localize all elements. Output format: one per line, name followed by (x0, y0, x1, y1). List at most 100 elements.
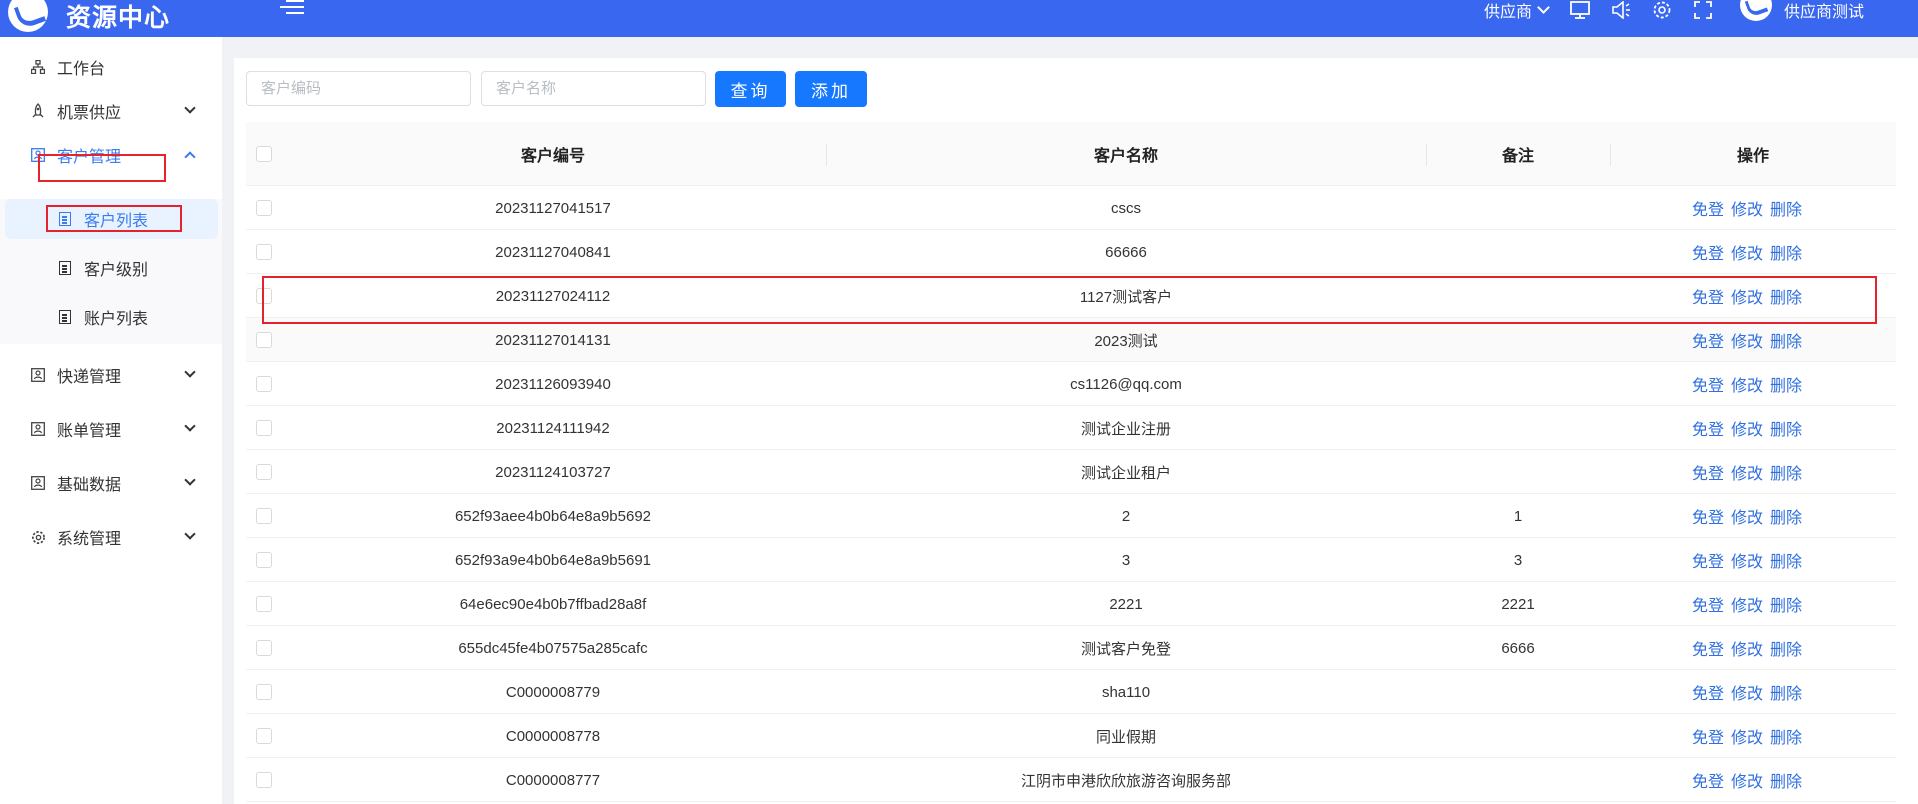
sidebar-item-customer-level[interactable]: 客户级别 (0, 248, 222, 288)
delete-link[interactable]: 删除 (1770, 196, 1802, 220)
delete-link[interactable]: 删除 (1770, 724, 1802, 748)
sidebar-item-label: 基础数据 (57, 477, 122, 494)
edit-link[interactable]: 修改 (1731, 680, 1763, 704)
row-checkbox[interactable] (256, 684, 272, 700)
row-checkbox[interactable] (256, 332, 272, 348)
login-link[interactable]: 免登 (1692, 592, 1724, 616)
login-link[interactable]: 免登 (1692, 548, 1724, 572)
cell-customer-code: 20231127024112 (495, 287, 611, 305)
delete-link[interactable]: 删除 (1770, 284, 1802, 308)
delete-link[interactable]: 删除 (1770, 548, 1802, 572)
login-link[interactable]: 免登 (1692, 416, 1724, 440)
delete-link[interactable]: 删除 (1770, 504, 1802, 528)
customer-code-input[interactable] (246, 71, 471, 106)
table-row: 20231126093940 cs1126@qq.com 免登 修改 删除 (246, 362, 1896, 406)
login-link[interactable]: 免登 (1692, 372, 1724, 396)
table-body: 20231127041517 cscs 免登 修改 删除 20231127040841 66… (246, 186, 1896, 802)
row-checkbox[interactable] (256, 552, 272, 568)
edit-link[interactable]: 修改 (1731, 504, 1763, 528)
cell-operations: 免登 修改 删除 (1692, 714, 1809, 758)
sidebar-item-account-list[interactable]: 账户列表 (0, 297, 222, 337)
sidebar-item-basic-data[interactable]: 基础数据 (0, 463, 222, 503)
row-checkbox[interactable] (256, 464, 272, 480)
cell-customer-name: 2221 (1109, 595, 1143, 613)
sidebar-item-system-management[interactable]: 系统管理 (0, 517, 222, 557)
edit-link[interactable]: 修改 (1731, 328, 1763, 352)
edit-link[interactable]: 修改 (1731, 592, 1763, 616)
delete-link[interactable]: 删除 (1770, 372, 1802, 396)
edit-link[interactable]: 修改 (1731, 768, 1763, 792)
row-checkbox[interactable] (256, 420, 272, 436)
login-link[interactable]: 免登 (1692, 460, 1724, 484)
row-checkbox[interactable] (256, 596, 272, 612)
delete-link[interactable]: 删除 (1770, 680, 1802, 704)
row-checkbox[interactable] (256, 200, 272, 216)
sidebar-item-customer-management[interactable]: 客户管理 (0, 135, 222, 175)
add-button[interactable]: 添加 (795, 71, 867, 107)
header-customer-name: 客户名称 (1093, 148, 1158, 165)
delete-link[interactable]: 删除 (1770, 592, 1802, 616)
app-logo[interactable]: 资源中心 (8, 0, 170, 34)
login-link[interactable]: 免登 (1692, 196, 1724, 220)
edit-link[interactable]: 修改 (1731, 548, 1763, 572)
edit-link[interactable]: 修改 (1731, 196, 1763, 220)
sidebar-item-ticket-supply[interactable]: 机票供应 (0, 91, 222, 131)
cell-remark (1426, 670, 1610, 714)
edit-link[interactable]: 修改 (1731, 416, 1763, 440)
edit-link[interactable]: 修改 (1731, 636, 1763, 660)
login-link[interactable]: 免登 (1692, 636, 1724, 660)
row-checkbox[interactable] (256, 772, 272, 788)
edit-link[interactable]: 修改 (1731, 372, 1763, 396)
menu-fold-icon[interactable] (280, 0, 304, 18)
sidebar-item-bill-management[interactable]: 账单管理 (0, 409, 222, 449)
row-checkbox[interactable] (256, 244, 272, 260)
row-checkbox[interactable] (256, 288, 272, 304)
login-link[interactable]: 免登 (1692, 284, 1724, 308)
speaker-icon[interactable] (1611, 1, 1631, 19)
fullscreen-icon[interactable] (1693, 1, 1713, 19)
login-link[interactable]: 免登 (1692, 328, 1724, 352)
login-link[interactable]: 免登 (1692, 240, 1724, 264)
cell-operations: 免登 修改 删除 (1692, 274, 1809, 318)
row-checkbox[interactable] (256, 640, 272, 656)
user-name[interactable]: 供应商测试 (1784, 0, 1864, 22)
query-button[interactable]: 查询 (715, 71, 786, 107)
login-link[interactable]: 免登 (1692, 504, 1724, 528)
delete-link[interactable]: 删除 (1770, 328, 1802, 352)
login-link[interactable]: 免登 (1692, 680, 1724, 704)
cell-customer-code: 20231127041517 (495, 199, 611, 217)
settings-icon[interactable] (1652, 1, 1672, 19)
edit-link[interactable]: 修改 (1731, 284, 1763, 308)
row-checkbox[interactable] (256, 508, 272, 524)
login-link[interactable]: 免登 (1692, 768, 1724, 792)
delete-link[interactable]: 删除 (1770, 460, 1802, 484)
document-icon (58, 212, 72, 226)
table-row: C0000008777 江阴市申港欣欣旅游咨询服务部 免登 修改 删除 (246, 758, 1896, 802)
sidebar-item-label: 机票供应 (57, 105, 122, 122)
edit-link[interactable]: 修改 (1731, 724, 1763, 748)
login-link[interactable]: 免登 (1692, 724, 1724, 748)
sidebar-item-workbench[interactable]: 工作台 (0, 47, 222, 87)
delete-link[interactable]: 删除 (1770, 416, 1802, 440)
delete-link[interactable]: 删除 (1770, 768, 1802, 792)
delete-link[interactable]: 删除 (1770, 240, 1802, 264)
monitor-icon[interactable] (1570, 1, 1590, 19)
edit-link[interactable]: 修改 (1731, 240, 1763, 264)
cell-remark: 2221 (1501, 595, 1535, 613)
row-checkbox[interactable] (256, 376, 272, 392)
delete-link[interactable]: 删除 (1770, 636, 1802, 660)
customer-name-input[interactable] (481, 71, 706, 106)
sidebar-item-label: 客户管理 (57, 149, 122, 166)
role-dropdown[interactable]: 供应商 (1483, 0, 1550, 22)
cell-customer-code: 20231124111942 (496, 419, 610, 437)
select-all-checkbox[interactable] (256, 146, 272, 162)
gear-icon (30, 529, 46, 545)
role-label: 供应商 (1483, 4, 1532, 21)
chevron-down-icon (184, 474, 196, 486)
user-avatar[interactable] (1739, 0, 1772, 21)
sidebar-item-express-management[interactable]: 快递管理 (0, 355, 222, 395)
sidebar-item-customer-list[interactable]: 客户列表 (5, 199, 218, 239)
edit-link[interactable]: 修改 (1731, 460, 1763, 484)
chevron-down-icon (1537, 0, 1550, 14)
row-checkbox[interactable] (256, 728, 272, 744)
